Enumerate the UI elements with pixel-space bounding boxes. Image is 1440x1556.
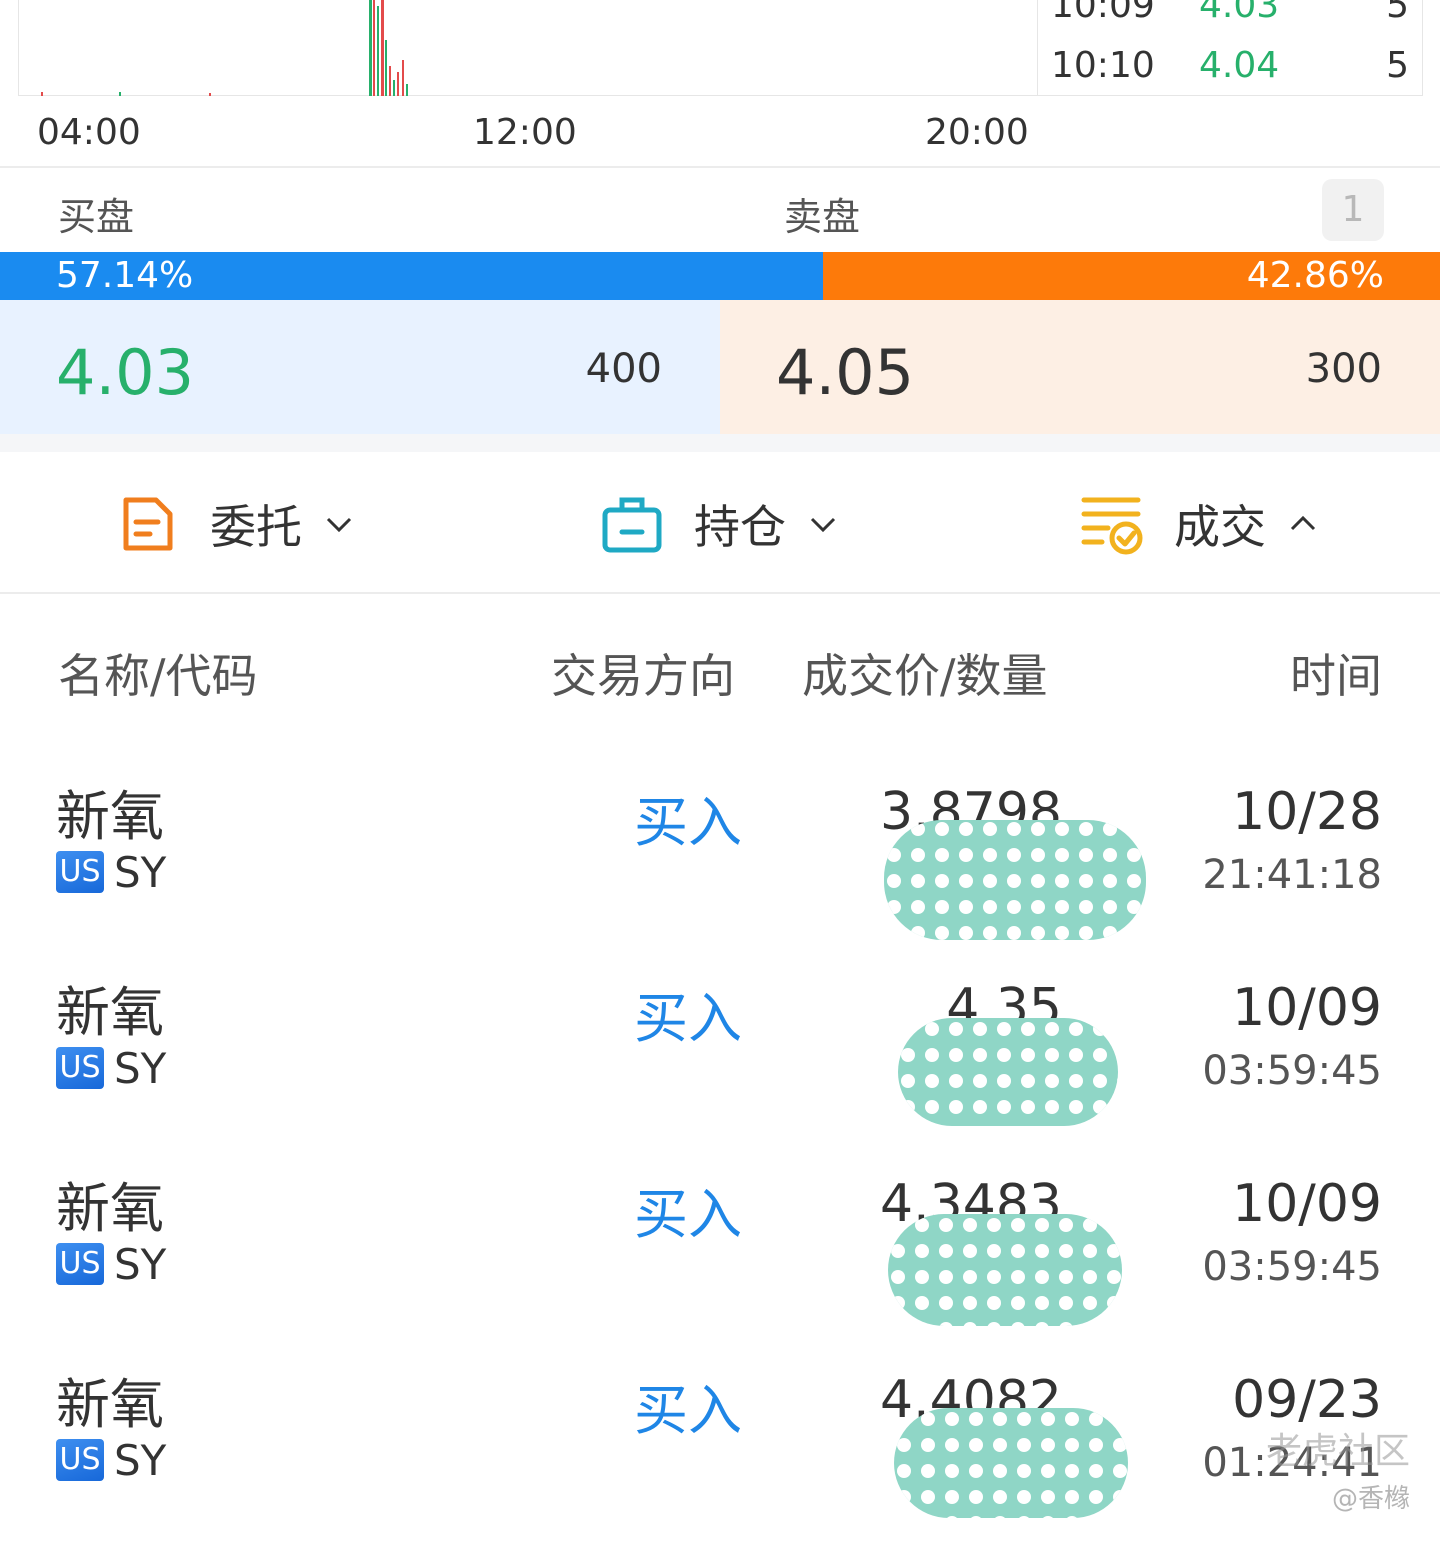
tick-row: 10:10 4.04 5 (1037, 45, 1422, 86)
watermark-user: @香橼 (1331, 1484, 1410, 1514)
watermark-brand: 老虎社区 (1265, 1431, 1410, 1472)
volume-plot (18, 0, 1038, 96)
trade-direction: 买入 (634, 1379, 742, 1442)
stock-code: US SY (56, 1043, 167, 1093)
intraday-chart: 10:09 4.03 5 10:10 4.04 5 04:00 12:00 20… (0, 0, 1440, 170)
bid-volume: 400 (585, 346, 662, 392)
ask-quote[interactable]: 4.05 300 (720, 300, 1440, 434)
axis-label-2000: 20:00 (925, 112, 1029, 153)
stock-code: US SY (56, 1435, 167, 1485)
fill-date: 10/09 (1232, 1174, 1382, 1234)
tab-positions-label: 持仓 (694, 500, 786, 554)
market-badge: US (56, 851, 104, 893)
stock-symbol: SY (114, 1043, 167, 1093)
volume-bar (41, 92, 43, 96)
table-row[interactable]: 新氧 US SY 买入 4.3483 10/09 03:59:45 (0, 1164, 1440, 1360)
stock-symbol: SY (114, 847, 167, 897)
redaction-mask (884, 820, 1146, 940)
volume-bar (209, 93, 211, 96)
divider (0, 592, 1440, 594)
fill-date: 10/28 (1232, 782, 1382, 842)
stock-name: 新氧 (56, 1373, 164, 1436)
chevron-down-icon (810, 517, 836, 533)
trade-direction: 买入 (634, 987, 742, 1050)
filled-orders-icon (1081, 497, 1143, 555)
bid-quote[interactable]: 4.03 400 (0, 300, 720, 434)
chevron-up-icon (1290, 515, 1316, 531)
stock-code: US SY (56, 847, 167, 897)
axis-label-1200: 12:00 (473, 112, 577, 153)
table-row[interactable]: 新氧 US SY 买入 3.8798 10/28 21:41:18 (0, 772, 1440, 968)
bid-label: 买盘 (58, 195, 135, 239)
chevron-down-icon (326, 517, 352, 533)
tab-filled-label: 成交 (1174, 500, 1266, 554)
ask-volume: 300 (1305, 346, 1382, 392)
ask-ratio-bar: 42.86% (823, 252, 1440, 300)
tick-volume: 5 (1386, 45, 1409, 86)
ask-price: 4.05 (776, 336, 915, 409)
tab-orders-label: 委托 (210, 500, 302, 554)
depth-level-button[interactable]: 1 (1322, 179, 1384, 241)
volume-bar (385, 40, 387, 96)
volume-bar (381, 0, 384, 96)
records-tabbar: 委托 持仓 成交 (0, 452, 1440, 592)
tab-positions[interactable]: 持仓 (600, 492, 838, 556)
tick-time: 10:10 (1051, 45, 1155, 86)
tick-price: 4.03 (1199, 0, 1280, 26)
table-row[interactable]: 新氧 US SY 买入 4.35 10/09 03:59:45 (0, 968, 1440, 1164)
redaction-mask (894, 1408, 1128, 1518)
market-badge: US (56, 1439, 104, 1481)
market-badge: US (56, 1243, 104, 1285)
redaction-mask (898, 1018, 1118, 1126)
trade-direction: 买入 (634, 791, 742, 854)
market-badge: US (56, 1047, 104, 1089)
fill-date: 10/09 (1232, 978, 1382, 1038)
col-header-time: 时间 (1290, 649, 1382, 703)
fill-time: 21:41:18 (1202, 852, 1382, 898)
volume-bars (41, 0, 408, 96)
fill-date: 09/23 (1232, 1370, 1382, 1430)
tab-orders[interactable]: 委托 (116, 492, 354, 556)
volume-bar (402, 60, 404, 96)
briefcase-icon (602, 497, 662, 553)
stock-name: 新氧 (56, 1177, 164, 1240)
fill-time: 03:59:45 (1202, 1244, 1382, 1290)
col-header-price-qty: 成交价/数量 (802, 649, 1048, 703)
tick-list: 10:09 4.03 5 10:10 4.04 5 (1037, 0, 1423, 96)
bid-price: 4.03 (56, 336, 195, 409)
col-header-direction: 交易方向 (551, 649, 735, 703)
ask-label: 卖盘 (784, 195, 861, 239)
stock-symbol: SY (114, 1435, 167, 1485)
tick-row: 10:09 4.03 5 (1037, 0, 1422, 26)
stock-name: 新氧 (56, 981, 164, 1044)
trade-direction: 买入 (634, 1183, 742, 1246)
axis-label-0400: 04:00 (37, 112, 141, 153)
volume-bar (393, 80, 395, 96)
bid-ratio-bar: 57.14% (0, 252, 823, 300)
tick-price: 4.04 (1199, 45, 1280, 86)
table-row[interactable]: 新氧 US SY 买入 4.4082 09/23 01:24:41 (0, 1360, 1440, 1556)
tick-time: 10:09 (1051, 0, 1155, 26)
redaction-mask (888, 1214, 1122, 1326)
section-gap (0, 434, 1440, 452)
volume-bar (373, 0, 375, 96)
volume-bar (377, 6, 379, 96)
fill-time: 03:59:45 (1202, 1048, 1382, 1094)
divider (0, 166, 1440, 168)
document-icon (123, 497, 173, 551)
volume-bar (389, 66, 391, 96)
stock-symbol: SY (114, 1239, 167, 1289)
col-header-name: 名称/代码 (58, 649, 258, 703)
stock-code: US SY (56, 1239, 167, 1289)
volume-bar (397, 72, 399, 96)
volume-bar (406, 84, 408, 96)
volume-bar (369, 0, 372, 96)
tick-volume: 5 (1386, 0, 1409, 26)
volume-bar (119, 92, 121, 96)
tab-filled[interactable]: 成交 (1080, 492, 1318, 556)
stock-name: 新氧 (56, 785, 164, 848)
